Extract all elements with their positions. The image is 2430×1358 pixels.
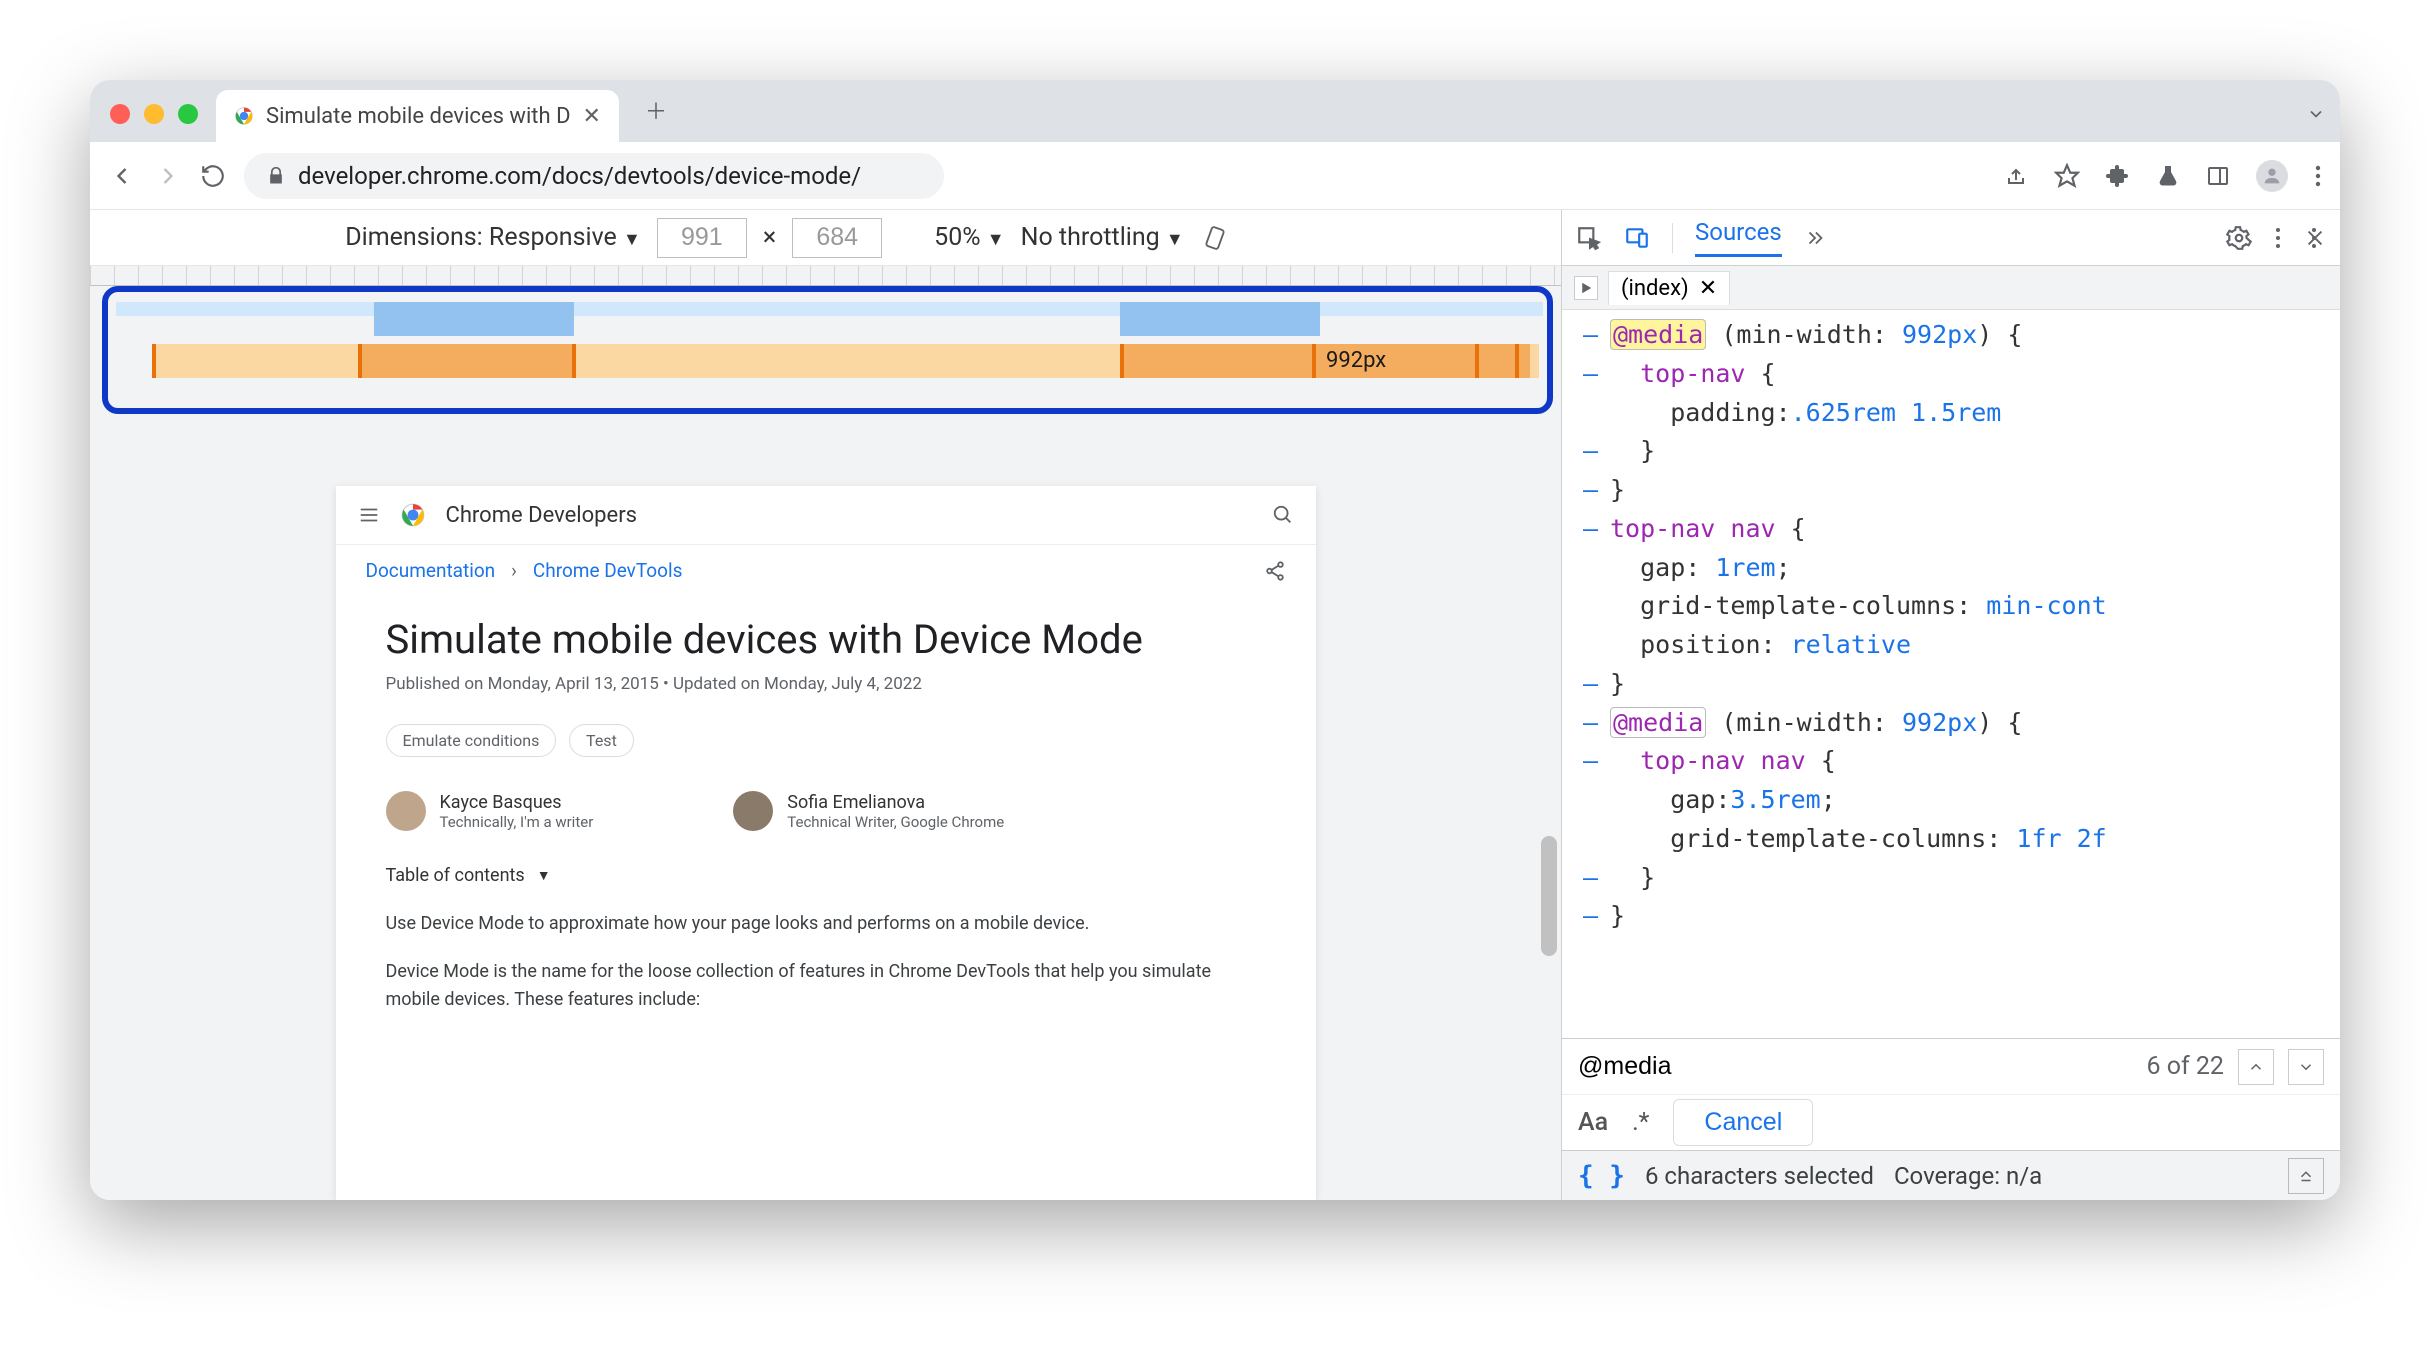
author-1: Kayce BasquesTechnically, I'm a writer: [386, 791, 594, 831]
window-controls[interactable]: [110, 104, 198, 124]
dimensions-dropdown[interactable]: Dimensions: Responsive ▼: [345, 223, 641, 252]
file-tab-index[interactable]: (index) ✕: [1608, 271, 1730, 305]
width-input[interactable]: [657, 218, 747, 258]
new-tab-button[interactable]: ＋: [645, 94, 667, 126]
inspect-icon[interactable]: [1576, 225, 1602, 251]
avatar: [733, 791, 773, 831]
share-icon[interactable]: [2004, 164, 2028, 188]
chrome-icon: [234, 106, 254, 126]
paragraph: Device Mode is the name for the loose co…: [386, 958, 1266, 1014]
back-button[interactable]: [108, 162, 136, 190]
viewport-scrollbar[interactable]: [1541, 836, 1557, 956]
debugger-play-icon[interactable]: [1574, 276, 1598, 300]
url-text: developer.chrome.com/docs/devtools/devic…: [298, 162, 861, 190]
pretty-print-icon[interactable]: { }: [1578, 1161, 1625, 1191]
coverage-status: Coverage: n/a: [1894, 1162, 2042, 1190]
dimension-separator: ×: [763, 223, 776, 252]
source-code[interactable]: –@media (min-width: 992px) {– top-nav { …: [1562, 310, 2340, 1038]
bookmark-star-icon[interactable]: [2054, 163, 2080, 189]
site-name: Chrome Developers: [446, 503, 638, 528]
browser-tab[interactable]: Simulate mobile devices with D ✕: [216, 90, 619, 142]
forward-button[interactable]: [154, 162, 182, 190]
regex-toggle[interactable]: .*: [1632, 1108, 1649, 1137]
page-menu-icon[interactable]: [358, 504, 380, 526]
profile-avatar[interactable]: [2256, 160, 2288, 192]
breadcrumb-doc[interactable]: Documentation: [366, 559, 496, 582]
chip-emulate[interactable]: Emulate conditions: [386, 724, 557, 757]
search-next-button[interactable]: [2288, 1049, 2324, 1085]
zoom-dropdown[interactable]: 50% ▼: [934, 223, 1004, 252]
page-search-icon[interactable]: [1272, 504, 1294, 526]
search-input[interactable]: [1578, 1052, 2132, 1081]
devtools-tab-bar: Sources: [1562, 210, 2340, 266]
close-tab-icon[interactable]: ✕: [583, 104, 601, 129]
extensions-icon[interactable]: [2106, 164, 2130, 188]
throttling-dropdown[interactable]: No throttling ▼: [1021, 223, 1184, 252]
minimize-window-icon[interactable]: [144, 104, 164, 124]
tabs-dropdown-icon[interactable]: [2306, 104, 2326, 124]
device-toolbar: Dimensions: Responsive ▼ × 50% ▼ No thro…: [90, 210, 1561, 266]
height-input[interactable]: [792, 218, 882, 258]
cancel-button[interactable]: Cancel: [1673, 1099, 1813, 1146]
reload-button[interactable]: [200, 163, 226, 189]
device-toolbar-menu-icon[interactable]: [2310, 226, 2318, 250]
page-share-icon[interactable]: [1264, 560, 1286, 582]
settings-gear-icon[interactable]: [2226, 225, 2252, 251]
page-meta: Published on Monday, April 13, 2015 • Up…: [386, 674, 1266, 694]
page-preview: Chrome Developers Documentation › Chrome…: [336, 486, 1316, 1200]
search-result-count: 6 of 22: [2146, 1052, 2224, 1081]
avatar: [386, 791, 426, 831]
rotate-icon[interactable]: [1200, 223, 1230, 253]
device-toggle-icon[interactable]: [1624, 225, 1650, 251]
more-tabs-icon[interactable]: [1804, 227, 1826, 249]
jump-icon[interactable]: [2288, 1158, 2324, 1194]
lock-icon: [266, 166, 286, 186]
chip-test[interactable]: Test: [569, 724, 634, 757]
chrome-menu-icon[interactable]: [2314, 164, 2322, 188]
address-bar[interactable]: developer.chrome.com/docs/devtools/devic…: [244, 153, 944, 199]
maximize-window-icon[interactable]: [178, 104, 198, 124]
case-toggle[interactable]: Aa: [1578, 1108, 1608, 1137]
toc-toggle[interactable]: Table of contents ▼: [386, 865, 1266, 886]
paragraph: Use Device Mode to approximate how your …: [386, 910, 1266, 938]
breadcrumb-devtools[interactable]: Chrome DevTools: [533, 559, 683, 582]
search-prev-button[interactable]: [2238, 1049, 2274, 1085]
side-panel-icon[interactable]: [2206, 164, 2230, 188]
media-query-ruler[interactable]: 992px: [90, 266, 1561, 416]
author-2: Sofia EmelianovaTechnical Writer, Google…: [733, 791, 1004, 831]
page-title: Simulate mobile devices with Device Mode: [386, 616, 1266, 664]
selection-status: 6 characters selected: [1645, 1162, 1874, 1190]
tab-title: Simulate mobile devices with D: [266, 104, 571, 129]
close-window-icon[interactable]: [110, 104, 130, 124]
close-file-icon[interactable]: ✕: [1699, 276, 1717, 301]
tab-sources[interactable]: Sources: [1695, 218, 1782, 257]
breakpoint-label: 992px: [1326, 348, 1386, 373]
devtools-menu-icon[interactable]: [2274, 226, 2282, 250]
chrome-logo-icon: [400, 502, 426, 528]
labs-icon[interactable]: [2156, 164, 2180, 188]
